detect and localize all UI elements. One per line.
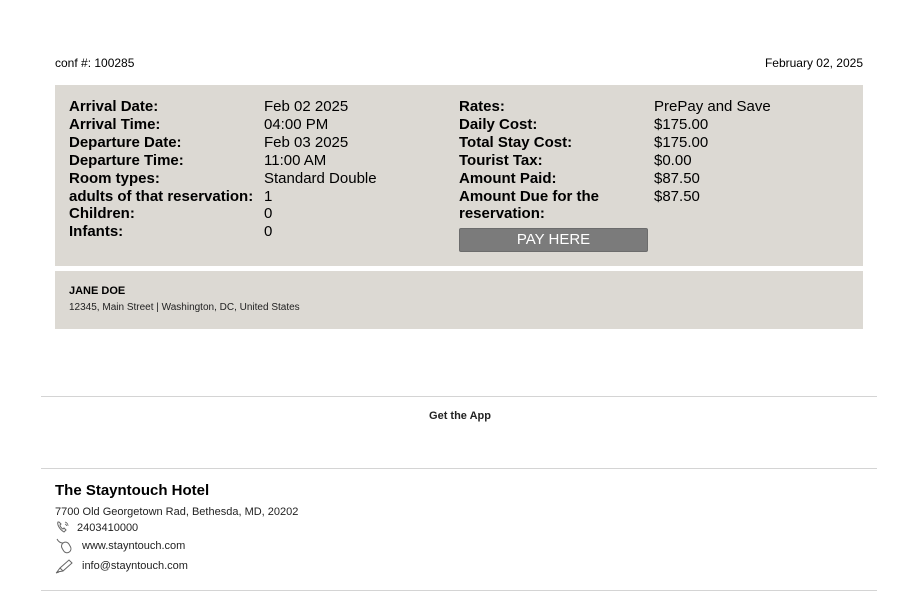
detail-row: Arrival Date: Feb 02 2025 — [69, 98, 377, 116]
detail-label: Room types: — [69, 169, 160, 187]
detail-label: Departure Date: — [69, 133, 182, 151]
reservation-right-column: Rates: PrePay and Save Daily Cost: $175.00… — [459, 98, 771, 223]
document-date: February 02, 2025 — [764, 56, 863, 70]
detail-row: adults of that reservation: 1 — [69, 188, 377, 206]
rate-label: Total Stay Cost: — [459, 133, 573, 151]
hotel-address: 7700 Old Georgetown Rad, Bethesda, MD, 2… — [55, 506, 299, 518]
rate-label: Rates: — [459, 98, 505, 115]
rate-value: $87.50 — [654, 169, 700, 187]
detail-row: Room types: Standard Double — [69, 170, 377, 188]
rate-row: Daily Cost: $175.00 — [459, 116, 771, 134]
detail-row: Departure Time: 11:00 AM — [69, 152, 377, 170]
detail-value: Feb 03 2025 — [264, 133, 349, 151]
detail-value: 0 — [264, 205, 273, 223]
detail-value: 0 — [264, 223, 273, 241]
divider — [41, 590, 877, 591]
detail-row: Departure Date: Feb 03 2025 — [69, 134, 377, 152]
email-text[interactable]: info@stayntouch.com — [82, 560, 188, 572]
rate-value: $87.50 — [654, 187, 700, 205]
detail-row: Children: 0 — [69, 205, 377, 223]
hotel-name: The Stayntouch Hotel — [55, 482, 210, 499]
rate-row: Rates: PrePay and Save — [459, 98, 771, 116]
guest-info: JANE DOE 12345, Main Street | Washington… — [55, 271, 863, 329]
phone-icon — [55, 520, 77, 536]
detail-value: 04:00 PM — [264, 115, 329, 133]
reservation-details: Arrival Date: Feb 02 2025 Arrival Time: 04… — [55, 85, 863, 266]
detail-label: Arrival Date: — [69, 98, 159, 115]
rate-row: Total Stay Cost: $175.00 — [459, 134, 771, 152]
reservation-left-column: Arrival Date: Feb 02 2025 Arrival Time: 04… — [69, 98, 377, 241]
divider — [41, 396, 877, 397]
hotel-website[interactable]: www.stayntouch.com — [55, 538, 185, 554]
detail-row: Arrival Time: 04:00 PM — [69, 116, 377, 134]
conf-number: conf #: 100285 — [55, 56, 135, 70]
get-the-app-link[interactable]: Get the App — [0, 410, 920, 422]
rate-label: Daily Cost: — [459, 115, 538, 133]
pen-icon — [55, 558, 82, 574]
detail-row: Infants: 0 — [69, 223, 377, 241]
rate-value: $175.00 — [654, 133, 709, 151]
website-text[interactable]: www.stayntouch.com — [82, 540, 185, 552]
rate-row: Tourist Tax: $0.00 — [459, 152, 771, 170]
guest-name: JANE DOE — [69, 285, 126, 297]
detail-value: Feb 02 2025 — [264, 98, 349, 115]
rate-label: Amount Paid: — [459, 169, 557, 187]
guest-address: 12345, Main Street | Washington, DC, Uni… — [69, 302, 300, 313]
detail-label: Arrival Time: — [69, 115, 161, 133]
mouse-icon — [55, 538, 82, 554]
detail-label: Infants: — [69, 223, 124, 241]
rate-label: Amount Due for the reservation: — [459, 187, 599, 223]
detail-label: Children: — [69, 205, 135, 223]
detail-label: Departure Time: — [69, 151, 184, 169]
detail-value: 11:00 AM — [264, 151, 327, 169]
detail-label: adults of that reservation: — [69, 187, 254, 205]
rate-row: Amount Due for the reservation: $87.50 — [459, 188, 771, 224]
rate-value: PrePay and Save — [654, 98, 771, 115]
rate-label: Tourist Tax: — [459, 151, 543, 169]
pay-here-button[interactable]: PAY HERE — [459, 228, 648, 252]
rate-value: $0.00 — [654, 151, 692, 169]
hotel-email[interactable]: info@stayntouch.com — [55, 558, 188, 574]
rate-row: Amount Paid: $87.50 — [459, 170, 771, 188]
hotel-phone: 2403410000 — [55, 520, 138, 536]
divider — [41, 468, 877, 469]
phone-text: 2403410000 — [77, 522, 139, 534]
detail-value: Standard Double — [264, 169, 377, 187]
rate-value: $175.00 — [654, 115, 709, 133]
detail-value: 1 — [264, 187, 273, 205]
